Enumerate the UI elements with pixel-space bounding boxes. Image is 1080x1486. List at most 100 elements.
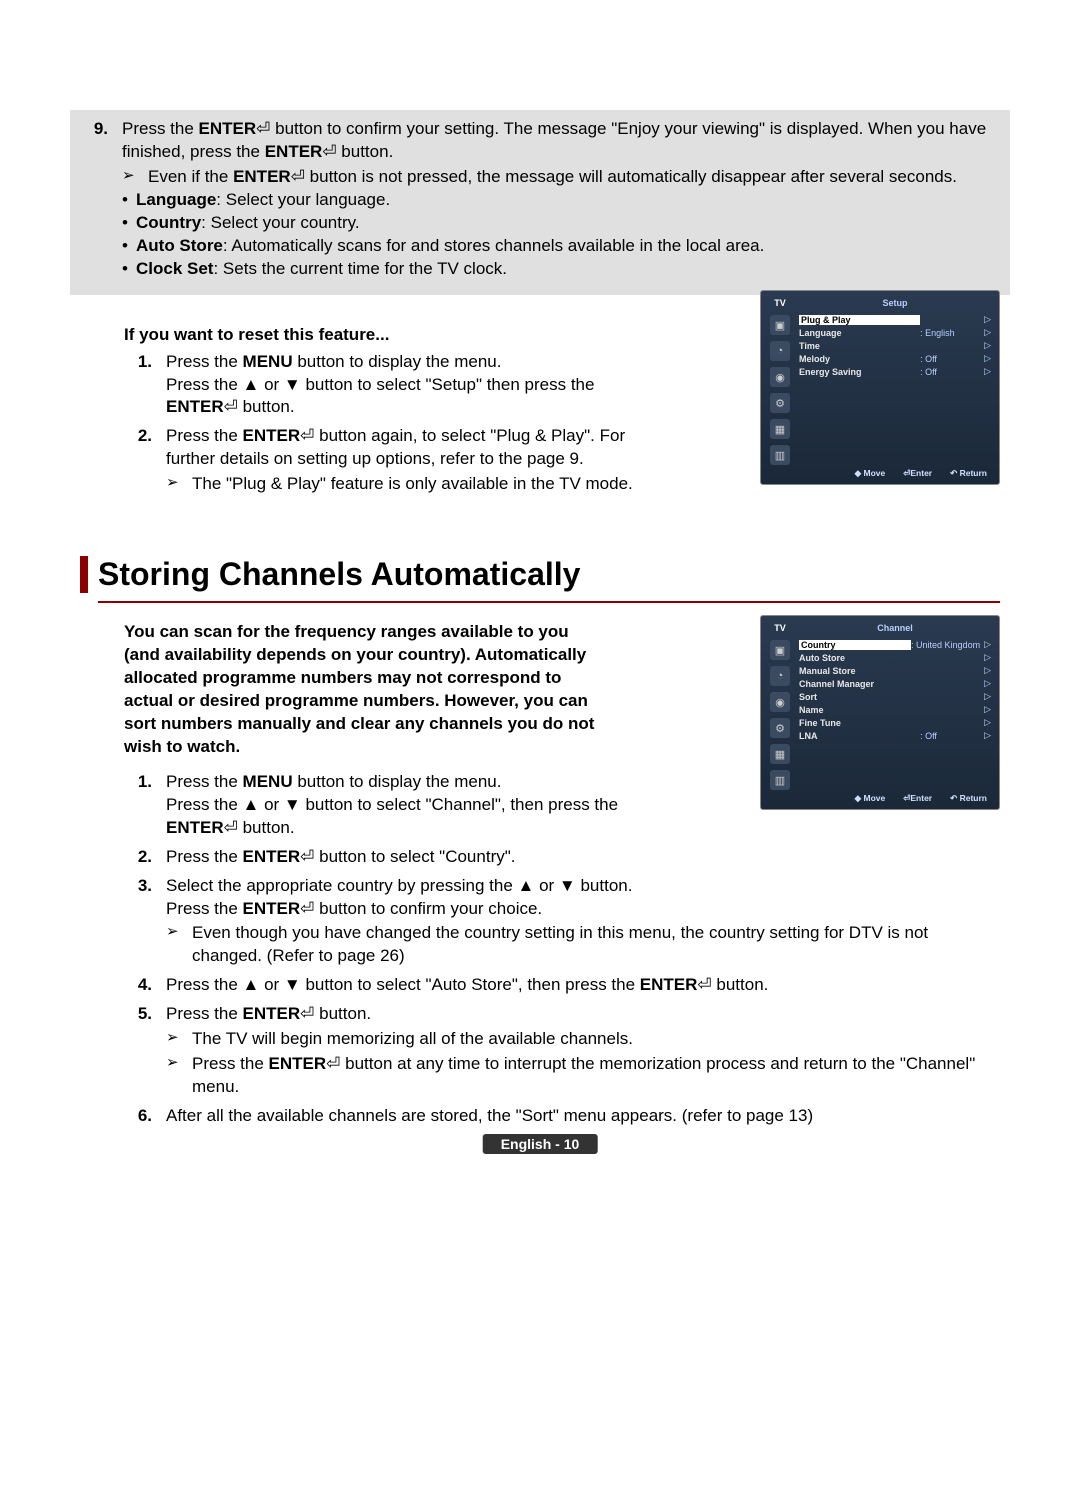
list-number: 5. [124,1003,166,1099]
t: Select the appropriate country by pressi… [166,876,632,895]
t: Even if the [148,167,233,186]
t: : Automatically scans for and stores cha… [223,236,764,255]
osd-row-label: Time [799,341,920,351]
chevron-right-icon: ▷ [980,314,991,325]
chevron-right-icon: ▷ [980,327,991,338]
osd-row: Time ▷ [799,339,991,352]
step2: Press the ENTER⏎ button to select "Count… [166,846,1000,869]
osd-row-label: Plug & Play [799,315,920,325]
chevron-right-icon: ▷ [980,340,991,351]
t: Press the [122,119,199,138]
sound-icon: ◔ [770,341,790,361]
t: Enter [910,468,932,478]
enter-label: ENTER [166,818,224,837]
enter-icon: ⏎ [300,1004,314,1023]
chevron-right-icon: ▷ [980,652,991,663]
enter-label: ENTER [243,426,301,445]
osd-row-label: Sort [799,692,920,702]
enter-label: ENTER [265,142,323,161]
step6: After all the available channels are sto… [166,1105,1000,1128]
chevron-right-icon: ▷ [980,730,991,741]
t: Return [960,793,987,803]
enter-icon: ⏎ [300,899,314,918]
return-hint: ↶ Return [950,468,987,479]
chevron-right-icon: ▷ [980,366,991,377]
t: button to display the menu. [293,352,502,371]
step5-note2: Press the ENTER⏎ button at any time to i… [192,1053,1000,1099]
enter-label: ENTER [640,975,698,994]
t: Press the [166,426,243,445]
osd-title: Setup [795,298,995,308]
note-arrow-icon: ➢ [166,1053,192,1099]
menu-label: MENU [243,352,293,371]
t: Press the [166,772,243,791]
input-icon: ▦ [770,419,790,439]
osd-row-label: Melody [799,354,920,364]
t: button. [238,397,295,416]
t: Press the ▲ or ▼ button to select "Setup… [166,375,594,394]
enter-icon: ⏎ [697,975,711,994]
lbl: Auto Store [136,236,223,255]
t: Press the ▲ or ▼ button to select "Auto … [166,975,640,994]
t: Return [960,468,987,478]
list-number: 6. [124,1105,166,1128]
osd-row: Channel Manager▷ [799,677,991,690]
move-hint: ◆ Move [855,793,886,804]
step9-text: Press the ENTER⏎ button to confirm your … [122,118,1000,164]
osd-setup: TV Setup ▣ ◔ ◉ ⚙ ▦ ▥ Plug & Play▷Languag… [760,290,1000,485]
channel-icon: ◉ [770,367,790,387]
enter-icon: ⏎ [224,818,238,837]
move-hint: ◆ Move [855,468,886,479]
osd-row: Fine Tune▷ [799,716,991,729]
enter-icon: ⏎ [256,119,270,138]
osd-row-label: Country [799,640,911,650]
return-hint: ↶ Return [950,793,987,804]
menu-label: MENU [243,772,293,791]
list-number: 3. [124,875,166,969]
t: Move [864,793,886,803]
note-arrow-icon: ➢ [122,166,148,189]
t: button to display the menu. [293,772,502,791]
t: Press the [166,1004,243,1023]
note-arrow-icon: ➢ [166,473,192,496]
t: : Select your language. [216,190,390,209]
osd-row: Manual Store▷ [799,664,991,677]
osd-row: Name▷ [799,703,991,716]
t: button to confirm your choice. [314,899,542,918]
picture-icon: ▣ [770,640,790,660]
enter-label: ENTER [269,1054,327,1073]
input-icon: ▦ [770,744,790,764]
section-title: Storing Channels Automatically [98,556,1000,593]
sound-icon: ◔ [770,666,790,686]
osd-row-value: : Off [920,354,980,364]
enter-label: ENTER [233,167,291,186]
enter-icon: ⏎ [300,426,314,445]
step5: Press the ENTER⏎ button. ➢ The TV will b… [166,1003,1000,1099]
osd-row-value: : English [920,328,980,338]
osd-row: Melody: Off▷ [799,352,991,365]
section-intro: You can scan for the frequency ranges av… [124,621,604,759]
t: button. [314,1004,371,1023]
t: Press the ▲ or ▼ button to select "Chann… [166,795,618,814]
osd-row-label: Channel Manager [799,679,920,689]
chevron-right-icon: ▷ [980,665,991,676]
osd-row: Plug & Play ▷ [799,313,991,326]
enter-icon: ⏎ [224,397,238,416]
enter-label: ENTER [243,847,301,866]
step4: Press the ▲ or ▼ button to select "Auto … [166,974,1000,997]
osd-row-value: : Off [920,367,980,377]
note-arrow-icon: ➢ [166,922,192,968]
enter-icon: ⏎ [300,847,314,866]
osd-row-label: Auto Store [799,653,920,663]
lbl: Country [136,213,201,232]
osd-row: Sort▷ [799,690,991,703]
enter-label: ENTER [243,899,301,918]
enter-icon: ⏎ [322,142,336,161]
t: Enter [910,793,932,803]
bullet: •Auto Store: Automatically scans for and… [122,235,1000,258]
t: Press the [166,352,243,371]
chevron-right-icon: ▷ [980,639,991,650]
list-number: 4. [124,974,166,997]
osd-row-label: Energy Saving [799,367,920,377]
reset-step1: Press the MENU button to display the men… [166,351,656,420]
